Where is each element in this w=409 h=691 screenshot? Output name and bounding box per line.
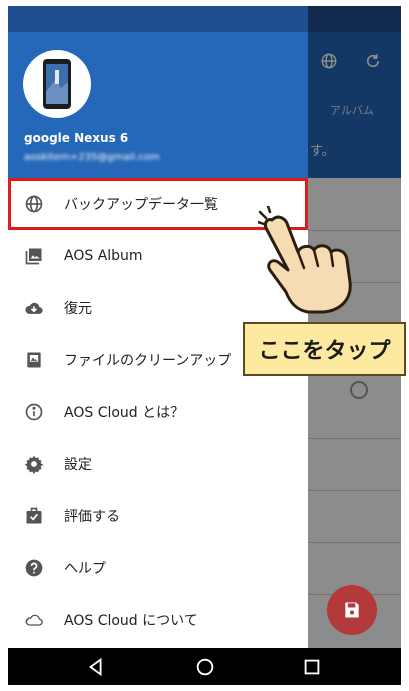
menu-item-label: 評価する [64,509,120,525]
status-bar [8,6,308,32]
callout-box: ここをタップ [243,322,406,376]
device-name: google Nexus 6 [24,131,129,145]
info-icon [23,401,45,423]
back-icon[interactable] [85,656,107,678]
menu-item-label: 設定 [64,457,92,473]
home-icon[interactable] [194,656,216,678]
recents-icon[interactable] [301,656,323,678]
menu-item-label: AOS Cloud について [64,613,198,629]
callout-text: ここをタップ [258,339,391,364]
rate-icon [23,505,45,527]
cloud-outline-icon [23,609,45,631]
menu-item-label: バックアップデータ一覧 [64,197,218,213]
save-fab-button[interactable] [327,585,377,635]
pointing-hand-icon [258,206,352,314]
menu-item-about-aos-cloud[interactable]: AOS Cloud とは？ [8,386,308,438]
save-icon [345,602,359,618]
menu-item-label: AOS Album [64,248,143,264]
album-icon [23,245,45,267]
navigation-bar [8,648,401,685]
email-text: aoskitem+235@gmail.com [24,152,160,163]
avatar [23,50,91,118]
help-icon [23,557,45,579]
menu-item-rate[interactable]: 評価する [8,490,308,542]
phone-frame: アルバム す。 google Nexus 6 aoskitem+235@gmai… [0,0,409,691]
menu-item-help[interactable]: ヘルプ [8,542,308,594]
file-cleanup-icon [23,349,45,371]
menu-item-label: 復元 [64,301,92,317]
globe-icon [23,193,45,215]
gear-icon [23,453,45,475]
account-email: aoskitem+235@gmail.com [24,152,160,163]
cloud-download-icon [23,297,45,319]
menu-item-label: ファイルのクリーンアップ [64,353,232,369]
menu-item-settings[interactable]: 設定 [8,438,308,490]
phone-device-icon [43,59,71,109]
menu-item-about[interactable]: AOS Cloud について [8,594,308,646]
drawer-header: google Nexus 6 aoskitem+235@gmail.com [8,6,308,178]
menu-item-label: AOS Cloud とは？ [64,405,185,421]
menu-item-label: ヘルプ [64,561,106,577]
